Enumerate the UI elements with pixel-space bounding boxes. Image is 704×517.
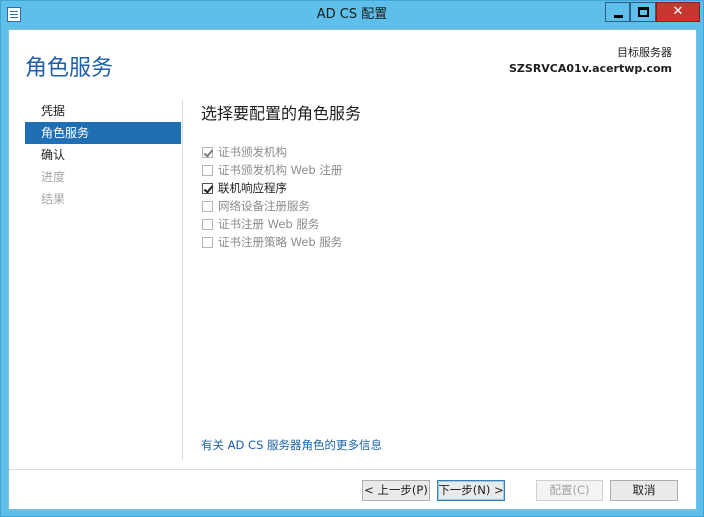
nav-item-confirmation[interactable]: 确认 xyxy=(25,144,181,166)
role-label-ndes: 网络设备注册服务 xyxy=(218,199,310,213)
section-title: 选择要配置的角色服务 xyxy=(201,104,362,123)
target-server-value: SZSRVCA01v.acertwp.com xyxy=(509,62,672,75)
footer-divider xyxy=(9,469,696,470)
role-item-ca-web-enrollment: 证书颁发机构 Web 注册 xyxy=(202,161,342,179)
more-info-link[interactable]: 有关 AD CS 服务器角色的更多信息 xyxy=(201,437,382,453)
wizard-nav: 凭据 角色服务 确认 进度 结果 xyxy=(25,100,181,210)
role-checkbox-ces xyxy=(202,218,213,230)
close-icon: ✕ xyxy=(672,4,684,19)
role-services-list: 证书颁发机构 证书颁发机构 Web 注册 联机响应程序 网络设备注册服务 证书注… xyxy=(202,143,342,251)
window-title: AD CS 配置 xyxy=(316,7,388,22)
role-label-ca: 证书颁发机构 xyxy=(218,145,287,159)
next-button[interactable]: 下一步(N) > xyxy=(437,480,505,501)
nav-divider xyxy=(182,100,183,460)
nav-item-role-services[interactable]: 角色服务 xyxy=(25,122,181,144)
minimize-button[interactable] xyxy=(605,2,630,22)
maximize-icon xyxy=(638,7,649,17)
role-label-online-responder[interactable]: 联机响应程序 xyxy=(218,180,287,196)
target-server-label: 目标服务器 xyxy=(617,46,672,59)
role-checkbox-cep xyxy=(202,236,213,248)
maximize-button[interactable] xyxy=(630,2,656,22)
role-item-ces: 证书注册 Web 服务 xyxy=(202,215,342,233)
nav-item-credentials[interactable]: 凭据 xyxy=(25,100,181,122)
page-title: 角色服务 xyxy=(25,56,114,81)
cancel-button[interactable]: 取消 xyxy=(610,480,678,501)
configure-button: 配置(C) xyxy=(536,480,603,501)
dialog-content: 角色服务 目标服务器 SZSRVCA01v.acertwp.com 凭据 角色服… xyxy=(8,29,697,510)
previous-button[interactable]: < 上一步(P) xyxy=(362,480,430,501)
role-label-ces: 证书注册 Web 服务 xyxy=(218,217,320,231)
role-label-ca-web-enrollment: 证书颁发机构 Web 注册 xyxy=(218,163,343,177)
role-item-cep: 证书注册策略 Web 服务 xyxy=(202,233,342,251)
title-bar[interactable]: AD CS 配置 ✕ xyxy=(1,1,703,29)
role-item-ca: 证书颁发机构 xyxy=(202,143,342,161)
role-item-online-responder[interactable]: 联机响应程序 xyxy=(202,179,342,197)
close-button[interactable]: ✕ xyxy=(656,2,700,22)
nav-item-progress: 进度 xyxy=(41,170,66,184)
role-checkbox-ca-web-enrollment xyxy=(202,164,213,176)
role-checkbox-ca xyxy=(202,146,213,158)
role-checkbox-ndes xyxy=(202,200,213,212)
role-checkbox-online-responder[interactable] xyxy=(202,182,213,194)
dialog-window: AD CS 配置 ✕ 角色服务 目标服务器 SZSRVCA01v.acertwp… xyxy=(0,0,704,517)
minimize-icon xyxy=(614,15,623,18)
role-label-cep: 证书注册策略 Web 服务 xyxy=(218,235,343,249)
nav-item-results: 结果 xyxy=(41,192,66,206)
role-item-ndes: 网络设备注册服务 xyxy=(202,197,342,215)
